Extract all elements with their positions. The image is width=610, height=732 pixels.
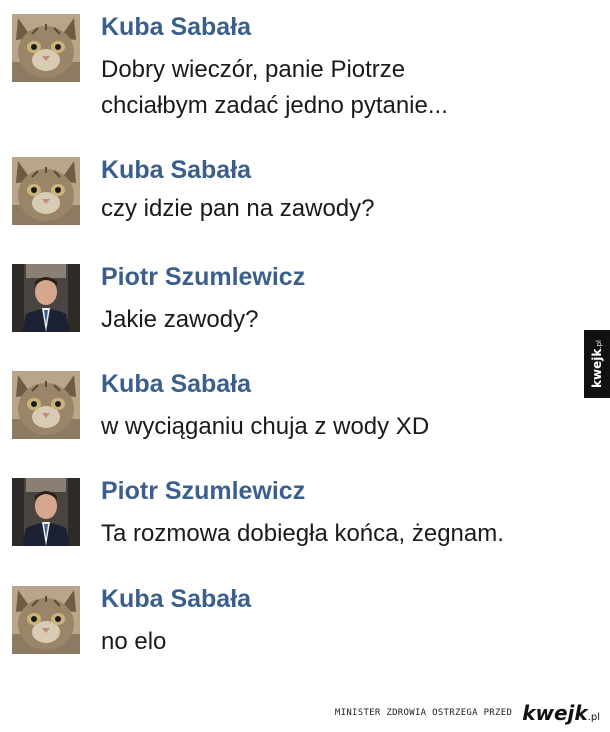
message-text: Jakie zawody? [101, 302, 258, 338]
cat-icon [12, 371, 80, 439]
message-text: czy idzie pan na zawody? [101, 191, 375, 227]
author-name[interactable]: Piotr Szumlewicz [101, 262, 305, 292]
message-text: Ta rozmowa dobiegła końca, żegnam. [101, 516, 504, 552]
cat-icon [12, 586, 80, 654]
message-line: czy idzie pan na zawody? [101, 195, 375, 222]
author-name[interactable]: Kuba Sabała [101, 369, 251, 399]
author-name[interactable]: Kuba Sabała [101, 584, 251, 614]
message-text: Dobry wieczór, panie Piotrze chciałbym z… [101, 52, 448, 124]
kwejk-logo-text: kwejk [522, 701, 588, 725]
footer-watermark: Minister zdrowia ostrzega przed kwejk.pl [0, 698, 600, 728]
message-text: no elo [101, 624, 166, 660]
man-in-suit-icon [12, 264, 80, 332]
author-name[interactable]: Kuba Sabała [101, 12, 251, 42]
message-line: no elo [101, 628, 167, 655]
man-in-suit-avatar[interactable] [12, 478, 80, 546]
message-line: w wyciąganiu chuja z wody XD [101, 413, 430, 440]
cat-avatar[interactable] [12, 586, 80, 654]
author-name[interactable]: Piotr Szumlewicz [101, 476, 305, 506]
cat-avatar[interactable] [12, 14, 80, 82]
message-line: chciałbym zadać jedno pytanie... [101, 92, 448, 119]
kwejk-side-text: kwejk [590, 348, 604, 388]
kwejk-side-suffix: .pl [595, 340, 603, 349]
kwejk-logo-suffix: .pl [587, 712, 600, 723]
kwejk-side-logo: kwejk.pl [590, 340, 604, 388]
message-line: Jakie zawody? [101, 306, 259, 333]
cat-icon [12, 157, 80, 225]
message-line: Ta rozmowa dobiegła końca, żegnam. [101, 520, 504, 547]
cat-avatar[interactable] [12, 157, 80, 225]
cat-icon [12, 14, 80, 82]
message-text: w wyciąganiu chuja z wody XD [101, 409, 429, 445]
kwejk-side-watermark: kwejk.pl [584, 330, 610, 398]
kwejk-footer-logo: kwejk.pl [522, 701, 600, 725]
man-in-suit-icon [12, 478, 80, 546]
cat-avatar[interactable] [12, 371, 80, 439]
message-line: Dobry wieczór, panie Piotrze [101, 56, 406, 83]
man-in-suit-avatar[interactable] [12, 264, 80, 332]
author-name[interactable]: Kuba Sabała [101, 155, 251, 185]
footer-warning-text: Minister zdrowia ostrzega przed [334, 708, 513, 718]
